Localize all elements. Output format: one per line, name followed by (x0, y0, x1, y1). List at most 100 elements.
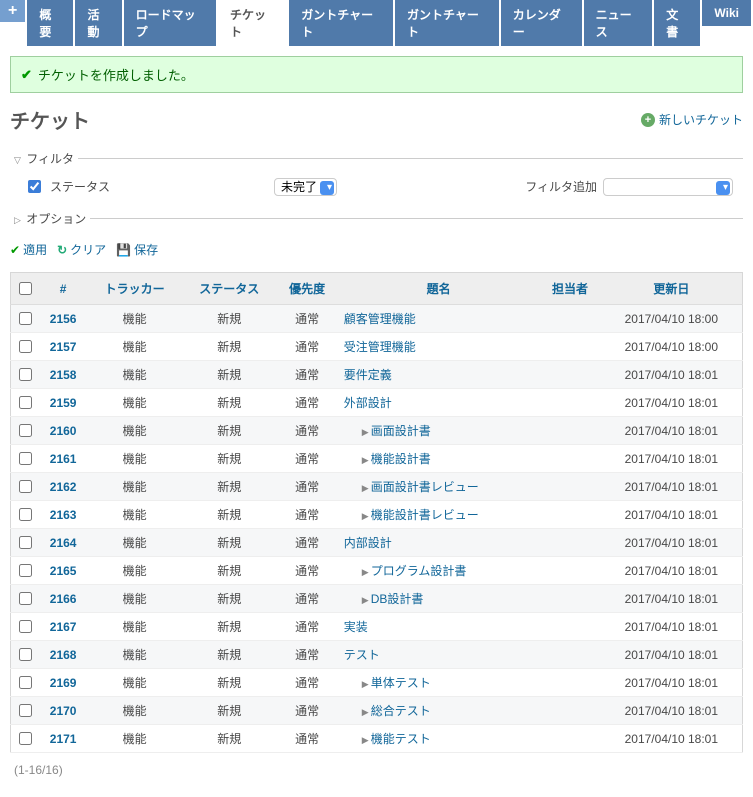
col-updated[interactable]: 更新日 (601, 273, 743, 305)
col-tracker[interactable]: トラッカー (87, 273, 182, 305)
subject-link[interactable]: 受注管理機能 (344, 340, 416, 354)
subject-link[interactable]: 画面設計書 (371, 424, 431, 438)
table-row[interactable]: 2167機能新規通常実装2017/04/10 18:01 (11, 613, 743, 641)
row-checkbox[interactable] (19, 368, 32, 381)
subject-link[interactable]: DB設計書 (371, 592, 424, 606)
col-status[interactable]: ステータス (182, 273, 277, 305)
row-checkbox[interactable] (19, 536, 32, 549)
issue-id-link[interactable]: 2158 (50, 368, 77, 382)
row-checkbox[interactable] (19, 452, 32, 465)
tab-ニュース[interactable]: ニュース (584, 0, 653, 46)
tab-チケット[interactable]: チケット (218, 0, 287, 46)
col-subject[interactable]: 題名 (338, 273, 540, 305)
check-icon: ✔ (21, 67, 32, 83)
assignee-cell (539, 361, 600, 389)
filters-legend[interactable]: ▽ フィルタ (10, 150, 78, 167)
new-issue-link[interactable]: + 新しいチケット (641, 111, 743, 128)
check-icon: ✔ (10, 243, 20, 257)
issue-id-link[interactable]: 2165 (50, 564, 77, 578)
col-assignee[interactable]: 担当者 (539, 273, 600, 305)
subject-link[interactable]: 顧客管理機能 (344, 312, 416, 326)
row-checkbox[interactable] (19, 340, 32, 353)
row-checkbox[interactable] (19, 396, 32, 409)
table-row[interactable]: 2157機能新規通常受注管理機能2017/04/10 18:00 (11, 333, 743, 361)
issue-id-link[interactable]: 2160 (50, 424, 77, 438)
subject-link[interactable]: 機能設計書 (371, 452, 431, 466)
save-button[interactable]: 💾 保存 (116, 241, 158, 258)
issue-id-link[interactable]: 2161 (50, 452, 77, 466)
issue-id-link[interactable]: 2157 (50, 340, 77, 354)
new-issue-label: 新しいチケット (659, 111, 743, 128)
subject-link[interactable]: テスト (344, 648, 380, 662)
add-filter-label: フィルタ追加 (525, 178, 597, 195)
subject-link[interactable]: プログラム設計書 (371, 564, 467, 578)
issue-id-link[interactable]: 2169 (50, 676, 77, 690)
subject-link[interactable]: 内部設計 (344, 536, 392, 550)
table-row[interactable]: 2169機能新規通常▶単体テスト2017/04/10 18:01 (11, 669, 743, 697)
row-checkbox[interactable] (19, 312, 32, 325)
subject-link[interactable]: 機能テスト (371, 732, 431, 746)
tab-カレンダー[interactable]: カレンダー (501, 0, 582, 46)
subject-link[interactable]: 単体テスト (371, 676, 431, 690)
issue-id-link[interactable]: 2159 (50, 396, 77, 410)
table-row[interactable]: 2166機能新規通常▶DB設計書2017/04/10 18:01 (11, 585, 743, 613)
tab-ガントチャート[interactable]: ガントチャート (289, 0, 393, 46)
subject-link[interactable]: 実装 (344, 620, 368, 634)
issue-id-link[interactable]: 2156 (50, 312, 77, 326)
table-row[interactable]: 2160機能新規通常▶画面設計書2017/04/10 18:01 (11, 417, 743, 445)
tab-ガントチャート[interactable]: ガントチャート (395, 0, 499, 46)
updated-cell: 2017/04/10 18:01 (601, 641, 743, 669)
new-object-button[interactable]: + (0, 0, 25, 22)
row-checkbox[interactable] (19, 564, 32, 577)
tab-概要[interactable]: 概要 (27, 0, 73, 46)
tab-文書[interactable]: 文書 (654, 0, 700, 46)
tab-活動[interactable]: 活動 (75, 0, 121, 46)
col-id[interactable]: # (39, 273, 87, 305)
select-all-checkbox[interactable] (19, 282, 32, 295)
subject-link[interactable]: 要件定義 (344, 368, 392, 382)
table-row[interactable]: 2168機能新規通常テスト2017/04/10 18:01 (11, 641, 743, 669)
table-row[interactable]: 2164機能新規通常内部設計2017/04/10 18:01 (11, 529, 743, 557)
table-row[interactable]: 2161機能新規通常▶機能設計書2017/04/10 18:01 (11, 445, 743, 473)
issue-id-link[interactable]: 2168 (50, 648, 77, 662)
table-row[interactable]: 2171機能新規通常▶機能テスト2017/04/10 18:01 (11, 725, 743, 753)
table-row[interactable]: 2158機能新規通常要件定義2017/04/10 18:01 (11, 361, 743, 389)
subject-link[interactable]: 外部設計 (344, 396, 392, 410)
row-checkbox[interactable] (19, 704, 32, 717)
row-checkbox[interactable] (19, 732, 32, 745)
row-checkbox[interactable] (19, 480, 32, 493)
subject-link[interactable]: 総合テスト (371, 704, 431, 718)
col-priority[interactable]: 優先度 (277, 273, 338, 305)
clear-button[interactable]: ↻ クリア (57, 241, 106, 258)
issue-id-link[interactable]: 2163 (50, 508, 77, 522)
subject-link[interactable]: 機能設計書レビュー (371, 508, 479, 522)
updated-cell: 2017/04/10 18:01 (601, 473, 743, 501)
issue-id-link[interactable]: 2171 (50, 732, 77, 746)
issue-id-link[interactable]: 2167 (50, 620, 77, 634)
apply-button[interactable]: ✔ 適用 (10, 241, 47, 258)
tab-ロードマップ[interactable]: ロードマップ (124, 0, 216, 46)
tab-Wiki[interactable]: Wiki (702, 0, 751, 26)
row-checkbox[interactable] (19, 676, 32, 689)
issue-id-link[interactable]: 2166 (50, 592, 77, 606)
table-row[interactable]: 2163機能新規通常▶機能設計書レビュー2017/04/10 18:01 (11, 501, 743, 529)
filter-status-checkbox[interactable] (28, 180, 41, 193)
issue-id-link[interactable]: 2162 (50, 480, 77, 494)
row-checkbox[interactable] (19, 424, 32, 437)
row-checkbox[interactable] (19, 592, 32, 605)
row-checkbox[interactable] (19, 620, 32, 633)
table-row[interactable]: 2159機能新規通常外部設計2017/04/10 18:01 (11, 389, 743, 417)
row-checkbox[interactable] (19, 508, 32, 521)
filter-status-select[interactable]: 未完了 (274, 178, 337, 196)
subject-link[interactable]: 画面設計書レビュー (371, 480, 479, 494)
add-filter-select[interactable] (603, 178, 733, 196)
subject-cell: 実装 (338, 613, 540, 641)
options-legend[interactable]: ▷ オプション (10, 210, 90, 227)
issue-id-link[interactable]: 2164 (50, 536, 77, 550)
table-row[interactable]: 2162機能新規通常▶画面設計書レビュー2017/04/10 18:01 (11, 473, 743, 501)
table-row[interactable]: 2165機能新規通常▶プログラム設計書2017/04/10 18:01 (11, 557, 743, 585)
issue-id-link[interactable]: 2170 (50, 704, 77, 718)
table-row[interactable]: 2156機能新規通常顧客管理機能2017/04/10 18:00 (11, 305, 743, 333)
row-checkbox[interactable] (19, 648, 32, 661)
table-row[interactable]: 2170機能新規通常▶総合テスト2017/04/10 18:01 (11, 697, 743, 725)
